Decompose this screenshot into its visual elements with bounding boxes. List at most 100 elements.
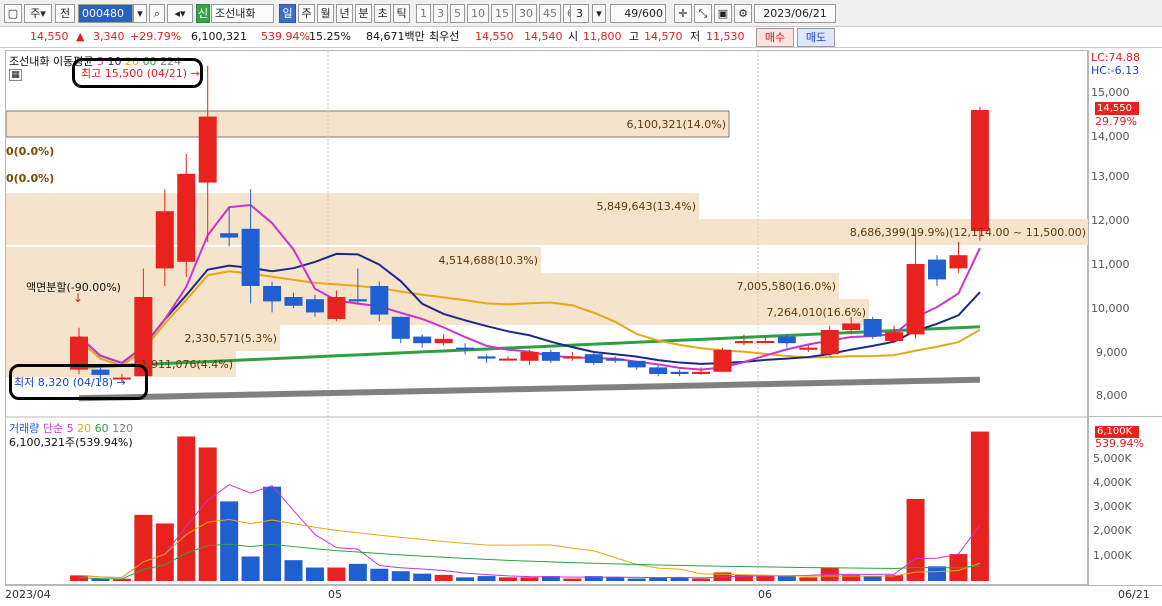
y-tick-8000: 8,000	[1096, 389, 1128, 402]
zero-label-1: 0(0.0%)	[6, 145, 55, 158]
bid-price: 14,540	[524, 30, 563, 43]
minute-10[interactable]: 10	[467, 4, 489, 23]
volume-bar	[284, 560, 303, 581]
candle-down	[456, 347, 475, 350]
count-value: 49	[624, 7, 639, 20]
volume-bar	[220, 501, 239, 581]
count-display[interactable]: 49/600	[610, 4, 666, 23]
current-pct-tag: 29.79%	[1095, 115, 1137, 128]
high-label: 고	[629, 30, 640, 43]
vol-tick-2000k: 2,000K	[1093, 524, 1132, 537]
volume-ratio: 539.94%	[261, 30, 310, 43]
chart-area[interactable]: 6,100,321(14.0%) 5,849,643(13.4%) 8,686,39…	[5, 50, 1089, 586]
legend-stock-name: 조선내화	[9, 55, 50, 68]
search-icon[interactable]: ⌕	[149, 4, 165, 23]
candle-up	[734, 341, 753, 344]
minute-45[interactable]: 45	[539, 4, 561, 23]
prev-button[interactable]: 전	[55, 4, 75, 23]
crosshair-icon[interactable]: ✛	[674, 4, 692, 23]
period-select[interactable]: 주▾	[24, 4, 52, 23]
period-select-value: 주	[30, 7, 41, 20]
candle-down	[649, 367, 668, 374]
sell-button[interactable]: 매도	[797, 28, 835, 47]
gear-icon[interactable]: ⚙	[734, 4, 752, 23]
time-axis[interactable]: 2023/04 05 06 06/21	[5, 585, 1162, 606]
save-icon[interactable]: ▣	[714, 4, 732, 23]
trade-amount: 84,671백만	[366, 30, 425, 43]
vol-tick-5000k: 5,000K	[1093, 452, 1132, 465]
new-badge: 신	[196, 4, 210, 23]
candle-up	[949, 255, 968, 269]
tab-year[interactable]: 년	[336, 4, 353, 23]
current-price-tag: 14,550	[1095, 102, 1139, 115]
draw-tool-icon[interactable]: ⤡	[694, 4, 712, 23]
volume-bar	[348, 563, 367, 581]
candle-up	[713, 349, 732, 372]
volume-bar	[928, 566, 946, 581]
high-price: 14,570	[644, 30, 683, 43]
volume-bar	[391, 571, 410, 581]
ask-price: 14,550	[475, 30, 514, 43]
volume-bar	[177, 436, 196, 581]
volume-profile-label: 7,264,010(16.6%)	[766, 306, 866, 319]
volume-bar	[241, 556, 260, 581]
up-triangle-icon: ▲	[76, 30, 85, 43]
y-tick-15000: 15,000	[1091, 86, 1130, 99]
window-icon[interactable]: ▢	[4, 4, 22, 23]
volume-bars	[70, 431, 989, 581]
tab-second[interactable]: 초	[374, 4, 391, 23]
y-tick-13000: 13,000	[1091, 170, 1130, 183]
axis-divider	[1089, 416, 1162, 417]
volume-bar	[499, 577, 517, 581]
quote-bar: 14,550 ▲ 3,340 +29.79% 6,100,321 539.94%…	[0, 27, 1162, 48]
candle-down	[477, 356, 496, 359]
candle-up	[820, 330, 839, 355]
volume-bar	[305, 567, 324, 581]
tab-tick[interactable]: 틱	[393, 4, 410, 23]
tab-minute[interactable]: 분	[355, 4, 372, 23]
candle-down	[220, 233, 239, 238]
volume-bar	[563, 578, 582, 581]
date-field[interactable]: 2023/06/21	[754, 4, 836, 23]
volume-profile-label: 2,330,571(5.3%)	[184, 332, 277, 345]
current-volume: 6,100,321주(539.94%)	[9, 436, 133, 449]
ma224-line	[78, 376, 980, 402]
minute-5[interactable]: 5	[450, 4, 465, 23]
volume-bar	[263, 486, 282, 581]
candle-up	[198, 116, 217, 183]
code-dropdown-icon[interactable]: ▾	[133, 4, 147, 23]
tab-day[interactable]: 일	[279, 4, 296, 23]
volume-profile-band	[6, 193, 699, 219]
candle-up	[970, 110, 989, 231]
candle-down	[606, 358, 625, 361]
speaker-icon[interactable]: ◂▾	[167, 4, 193, 23]
open-label: 시	[568, 30, 579, 43]
vol-tick-1000k: 1,000K	[1093, 549, 1132, 562]
buy-button[interactable]: 매수	[756, 28, 794, 47]
stock-code-input[interactable]: 000480	[78, 4, 133, 23]
volume: 6,100,321	[191, 30, 247, 43]
tab-week[interactable]: 주	[298, 4, 315, 23]
minute-value[interactable]: 3	[570, 4, 589, 23]
minute-3[interactable]: 3	[433, 4, 448, 23]
candle-up	[906, 264, 925, 335]
candle-up	[885, 332, 904, 341]
minute-1[interactable]: 1	[416, 4, 431, 23]
minute-15[interactable]: 15	[491, 4, 513, 23]
candle-up	[756, 341, 775, 343]
volume-bar	[155, 523, 174, 581]
vol-tick-3000k: 3,000K	[1093, 500, 1132, 513]
minute-30[interactable]: 30	[515, 4, 537, 23]
volume-profile-label: 6,100,321(14.0%)	[626, 118, 726, 131]
low-marker: 최저 8,320 (04/18) →	[14, 376, 126, 389]
candle-down	[584, 354, 603, 363]
candle-down	[284, 297, 303, 306]
candle-down	[391, 316, 410, 339]
minute-dropdown-icon[interactable]: ▾	[592, 4, 606, 23]
tab-month[interactable]: 월	[317, 4, 334, 23]
candle-down	[541, 352, 560, 361]
price-change-pct: +29.79%	[130, 30, 182, 43]
grid-toggle-icon[interactable]: ▦	[9, 69, 22, 81]
low-price: 11,530	[706, 30, 745, 43]
candle-down	[670, 371, 689, 374]
